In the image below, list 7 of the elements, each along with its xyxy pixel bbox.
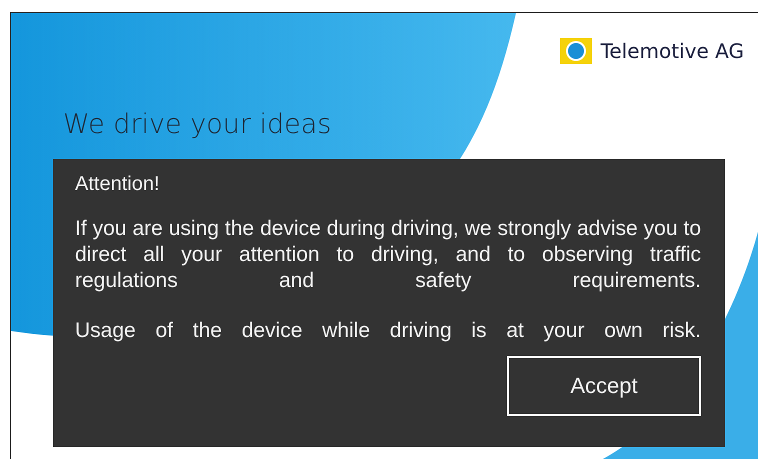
logo-icon	[560, 38, 592, 64]
brand-name: Telemotive AG	[600, 39, 744, 63]
tagline: We drive your ideas	[63, 109, 332, 140]
accept-button[interactable]: Accept	[507, 356, 701, 416]
dialog-message: Usage of the device while driving is at your own risk.	[75, 318, 701, 344]
dialog-message: If you are using the device during driving, we strongly advise you to direct all your attention to driving, and to observing traffic regulations and safety requirements.	[75, 216, 701, 294]
dialog-title: Attention!	[75, 173, 160, 196]
